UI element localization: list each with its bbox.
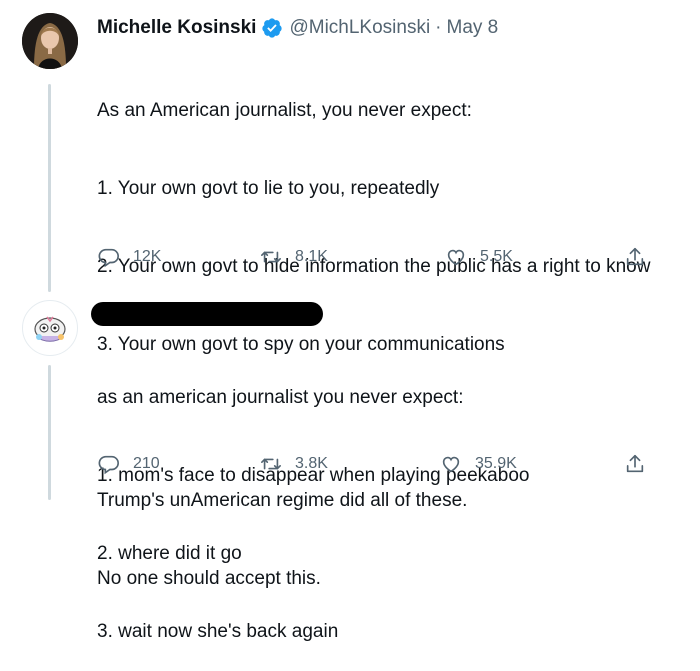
tweet-date[interactable]: May 8 bbox=[447, 15, 499, 41]
tweet-line: 2. Your own govt to hide information the… bbox=[97, 256, 651, 277]
verified-badge-icon bbox=[261, 17, 283, 39]
avatar[interactable] bbox=[22, 13, 78, 69]
separator: · bbox=[435, 17, 442, 38]
thread-line-top bbox=[48, 84, 51, 292]
like-button[interactable]: 5.5K bbox=[445, 246, 513, 268]
avatar-cartoon bbox=[34, 316, 66, 342]
retweet-count: 3.8K bbox=[295, 455, 328, 472]
tweet-body: as an american journalist you never expe… bbox=[97, 333, 529, 671]
tweet-line: As an American journalist, you never exp… bbox=[97, 100, 472, 121]
avatar[interactable] bbox=[22, 300, 78, 356]
heart-icon bbox=[442, 456, 460, 473]
tweet-line: 2. where did it go bbox=[97, 543, 242, 564]
reply-button[interactable]: 12K bbox=[98, 246, 161, 268]
like-count: 35.9K bbox=[475, 455, 517, 472]
reply-count: 12K bbox=[133, 248, 162, 265]
tweet-header: Michelle Kosinski @MichLKosinski · May 8 bbox=[97, 15, 498, 41]
redacted-author-name bbox=[91, 302, 323, 326]
like-count: 5.5K bbox=[480, 248, 513, 265]
heart-icon bbox=[447, 249, 465, 266]
reply-count: 210 bbox=[133, 455, 160, 472]
retweet-button[interactable]: 8.1K bbox=[260, 246, 328, 268]
share-icon bbox=[626, 454, 644, 473]
retweet-icon bbox=[261, 251, 281, 263]
reply-button[interactable]: 210 bbox=[98, 453, 160, 475]
share-button[interactable] bbox=[624, 453, 659, 475]
author-handle[interactable]: @MichLKosinski bbox=[289, 15, 430, 41]
share-button[interactable] bbox=[624, 246, 659, 268]
share-icon bbox=[626, 247, 644, 266]
tweet-line: 1. Your own govt to lie to you, repeated… bbox=[97, 178, 440, 199]
tweet-line: as an american journalist you never expe… bbox=[97, 387, 464, 408]
reply-icon bbox=[98, 455, 119, 475]
reply-icon bbox=[98, 248, 119, 268]
avatar-photo bbox=[22, 13, 78, 69]
tweet-line: 3. wait now she's back again bbox=[97, 621, 339, 642]
thread-line-bottom bbox=[48, 365, 51, 500]
like-button[interactable]: 35.9K bbox=[440, 453, 517, 475]
retweet-icon bbox=[261, 458, 281, 470]
author-name[interactable]: Michelle Kosinski bbox=[97, 15, 256, 41]
retweet-button[interactable]: 3.8K bbox=[260, 453, 328, 475]
retweet-count: 8.1K bbox=[295, 248, 328, 265]
